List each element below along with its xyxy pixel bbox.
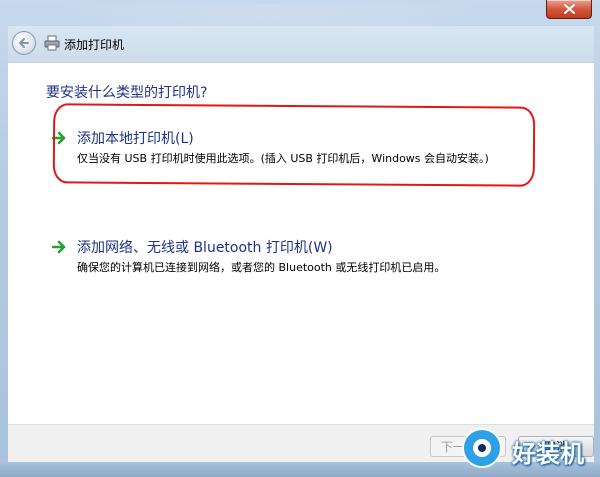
page-heading: 要安装什么类型的打印机? [46, 85, 208, 101]
close-icon [563, 4, 575, 14]
wizard-content: 要安装什么类型的打印机? 添加本地打印机(L) 仅当没有 USB 打印机时使用此… [8, 62, 594, 425]
green-arrow-icon [52, 131, 66, 145]
option-description: 仅当没有 USB 打印机时使用此选项。(插入 USB 打印机后，Windows … [77, 152, 489, 165]
add-local-printer-link[interactable]: 添加本地打印机(L) [77, 128, 194, 148]
back-button[interactable] [12, 31, 36, 55]
watermark: 好装机 [462, 428, 594, 468]
add-network-printer-link[interactable]: 添加网络、无线或 Bluetooth 打印机(W) [77, 237, 333, 257]
wizard-header: 添加打印机 [8, 26, 594, 62]
green-arrow-icon [52, 240, 66, 254]
printer-icon [44, 35, 60, 51]
option-description: 确保您的计算机已连接到网络，或者您的 Bluetooth 或无线打印机已启用。 [77, 261, 446, 274]
watermark-logo-icon [462, 428, 502, 468]
close-button[interactable] [546, 0, 592, 19]
title-bar [60, 4, 480, 26]
watermark-text: 好装机 [512, 440, 584, 468]
back-arrow-icon [19, 38, 29, 48]
wizard-title: 添加打印机 [64, 38, 125, 52]
